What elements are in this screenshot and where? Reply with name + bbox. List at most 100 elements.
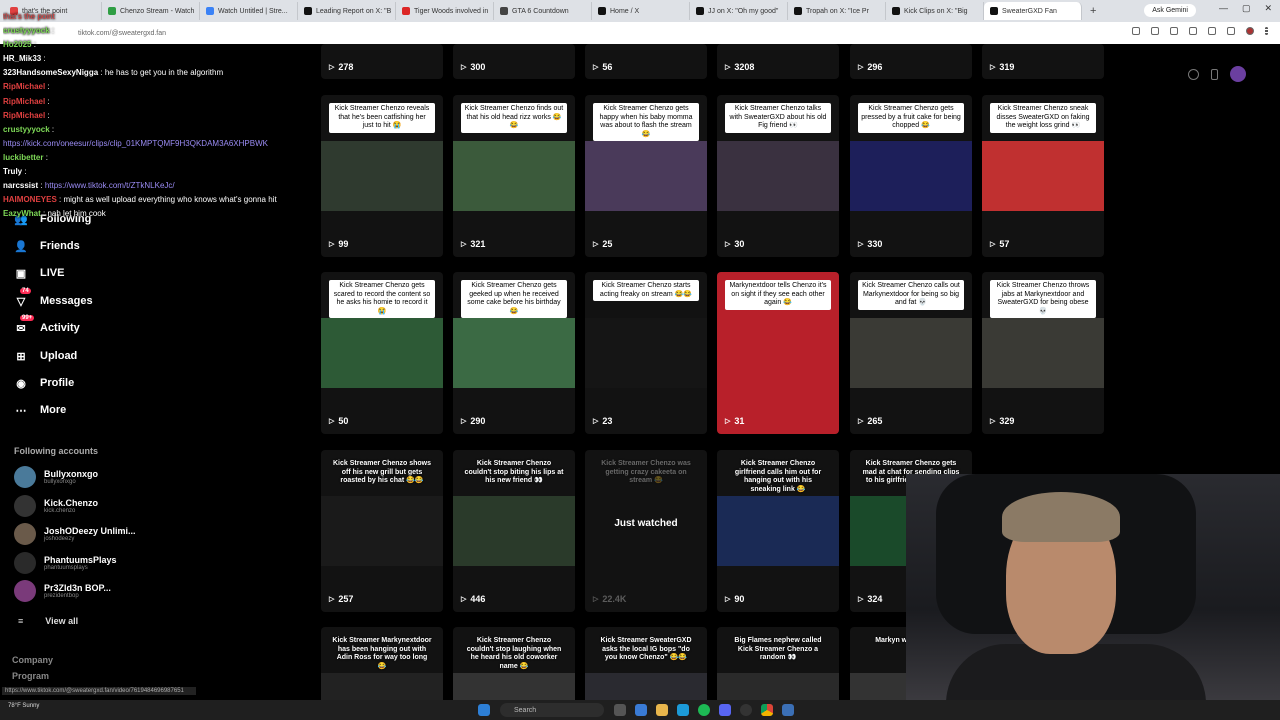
view-count: ▷ 30 bbox=[725, 239, 744, 249]
browser-tab[interactable]: Kick Clips on X: "Big bbox=[886, 2, 984, 20]
chat-username: Ho2025 bbox=[3, 40, 32, 50]
video-caption: Kick Streamer Chenzo was getting crazy c… bbox=[601, 460, 691, 484]
sidebar-item-activity[interactable]: ✉ 99+ Activity bbox=[14, 315, 80, 335]
following-account[interactable]: Kick.Chenzo kick.chenzo bbox=[14, 494, 98, 517]
close-icon[interactable]: ✕ bbox=[1264, 3, 1272, 14]
tab-label: Leading Report on X: "B bbox=[316, 7, 392, 15]
minimize-icon[interactable]: — bbox=[1219, 3, 1228, 14]
task-view-icon[interactable] bbox=[614, 704, 626, 716]
video-caption: Kick Streamer Chenzo gets geeked up when… bbox=[461, 280, 567, 318]
video-card[interactable]: ▷ 3208 bbox=[717, 44, 839, 79]
user-avatar[interactable] bbox=[1230, 66, 1246, 82]
account-handle: prezidentbop bbox=[44, 593, 79, 599]
view-all-button[interactable]: ≡ View all bbox=[18, 616, 78, 626]
chrome-icon[interactable] bbox=[761, 704, 773, 716]
download-icon[interactable] bbox=[1227, 27, 1235, 35]
video-card[interactable]: Kick Streamer Chenzo gets pressed by a f… bbox=[850, 95, 972, 257]
browser-tab[interactable]: Tiger Woods involved in bbox=[396, 2, 494, 20]
folder-icon[interactable] bbox=[656, 704, 668, 716]
obs-icon[interactable] bbox=[740, 704, 752, 716]
following-accounts-title: Following accounts bbox=[14, 446, 99, 456]
video-card[interactable]: ▷ 300 bbox=[453, 44, 575, 79]
discord-icon[interactable] bbox=[719, 704, 731, 716]
video-card[interactable]: Markynextdoor tells Chenzo it's on sight… bbox=[717, 272, 839, 434]
video-card[interactable]: Kick Streamer Chenzo reveals that he's b… bbox=[321, 95, 443, 257]
friends-icon: 👤 bbox=[14, 240, 28, 253]
edge-icon[interactable] bbox=[677, 704, 689, 716]
video-card[interactable]: Kick Streamer Chenzo gets happy when his… bbox=[585, 95, 707, 257]
video-thumbnail bbox=[321, 496, 443, 566]
chat-username: RipMichael bbox=[3, 82, 46, 92]
windows-start-icon[interactable] bbox=[478, 704, 490, 716]
bookmark-star-icon[interactable] bbox=[1170, 27, 1178, 35]
sidebar-item-live[interactable]: ▣ LIVE bbox=[14, 266, 65, 280]
footer-link[interactable]: Company bbox=[12, 655, 53, 665]
weather-widget[interactable]: 78°F Sunny bbox=[8, 703, 39, 710]
browser-tab[interactable]: Leading Report on X: "B bbox=[298, 2, 396, 20]
sidebar-item-messages[interactable]: ▽ 74 Messages bbox=[14, 288, 93, 308]
tab-label: GTA 6 Countdown bbox=[512, 7, 569, 15]
view-count: ▷ 324 bbox=[858, 594, 882, 604]
video-card[interactable]: Kick Streamer Chenzo finds out that his … bbox=[453, 95, 575, 257]
sidebar-item-upload[interactable]: ⊞ Upload bbox=[14, 349, 77, 363]
browser-tab[interactable]: GTA 6 Countdown bbox=[494, 2, 592, 20]
video-card[interactable]: ▷ 319 bbox=[982, 44, 1104, 79]
video-card[interactable]: Kick Streamer Chenzo calls out Markynext… bbox=[850, 272, 972, 434]
video-card[interactable]: ▷ 278 bbox=[321, 44, 443, 79]
maximize-icon[interactable]: ▢ bbox=[1242, 3, 1251, 14]
video-card[interactable]: Kick Streamer Chenzo was getting crazy c… bbox=[585, 450, 707, 612]
video-card[interactable]: Kick Streamer Chenzo talks with SweaterG… bbox=[717, 95, 839, 257]
sidebar-item-label: Friends bbox=[40, 240, 80, 252]
chat-username: 323HandsomeSexyNigga bbox=[3, 68, 99, 78]
browser-tab[interactable]: JJ on X: "Oh my good" bbox=[690, 2, 788, 20]
browser-tab[interactable]: Tropah on X: "Ice Pr bbox=[788, 2, 886, 20]
photos-icon[interactable] bbox=[635, 704, 647, 716]
following-account[interactable]: Pr3Zld3n BOP... prezidentbop bbox=[14, 580, 111, 602]
chat-colon: : bbox=[38, 181, 45, 191]
chat-colon: : bbox=[49, 124, 55, 134]
footer-link[interactable]: Program bbox=[12, 671, 49, 681]
browser-tab[interactable]: Home / X bbox=[592, 2, 690, 20]
account-name: JoshODeezy Unlimi... bbox=[44, 526, 136, 536]
sidebar-item-label: LIVE bbox=[40, 267, 65, 279]
video-thumbnail bbox=[850, 141, 972, 211]
browser-tab[interactable]: SweaterGXD Fan bbox=[984, 2, 1082, 20]
menu-dots-icon[interactable] bbox=[1265, 27, 1268, 35]
taskbar-search[interactable]: Search bbox=[500, 703, 604, 717]
coins-icon[interactable] bbox=[1188, 68, 1199, 80]
video-card[interactable]: Kick Streamer Chenzo starts acting freak… bbox=[585, 272, 707, 434]
following-account[interactable]: Bullyxonxgo bullyxonxgo bbox=[14, 466, 98, 488]
profile-avatar-icon[interactable] bbox=[1246, 27, 1254, 35]
new-tab-button[interactable]: + bbox=[1082, 5, 1104, 17]
sidebar-item-more[interactable]: ⋯ More bbox=[14, 403, 67, 417]
video-card[interactable]: Kick Streamer Chenzo shows off his new g… bbox=[321, 450, 443, 612]
zoom-icon[interactable] bbox=[1151, 27, 1159, 35]
chat-username: RipMichael bbox=[3, 96, 46, 106]
video-card[interactable]: ▷ 296 bbox=[850, 44, 972, 79]
following-account[interactable]: JoshODeezy Unlimi... joshodeezy bbox=[14, 523, 136, 545]
sidebar-item-profile[interactable]: ◉ Profile bbox=[14, 376, 74, 390]
following-account[interactable]: PhantuumsPlays phantuumsplays bbox=[14, 551, 117, 574]
chat-colon: : bbox=[31, 40, 36, 50]
window-controls: — ▢ ✕ bbox=[1219, 3, 1272, 14]
tab-label: Tropah on X: "Ice Pr bbox=[806, 7, 869, 15]
sidebar-item-friends[interactable]: 👤 Friends bbox=[14, 239, 80, 253]
video-card[interactable]: Kick Streamer Chenzo girlfriend calls hi… bbox=[717, 450, 839, 612]
app-icon[interactable] bbox=[782, 704, 794, 716]
spotify-icon[interactable] bbox=[698, 704, 710, 716]
puzzle-icon[interactable] bbox=[1189, 27, 1197, 35]
ask-gemini-button[interactable]: Ask Gemini bbox=[1144, 4, 1196, 17]
view-count-value: 296 bbox=[867, 62, 883, 72]
sidebar-icon[interactable] bbox=[1208, 27, 1216, 35]
extensions-icon[interactable] bbox=[1132, 27, 1140, 35]
video-card[interactable]: ▷ 56 bbox=[585, 44, 707, 79]
video-card[interactable]: Kick Streamer Chenzo couldn't stop bitin… bbox=[453, 450, 575, 612]
play-icon: ▷ bbox=[990, 241, 996, 248]
video-card[interactable]: Kick Streamer Chenzo gets geeked up when… bbox=[453, 272, 575, 434]
video-card[interactable]: Kick Streamer Chenzo throws jabs at Mark… bbox=[982, 272, 1104, 434]
device-icon[interactable] bbox=[1211, 68, 1218, 80]
view-count-value: 329 bbox=[999, 416, 1015, 426]
video-card[interactable]: Kick Streamer Chenzo sneak disses Sweate… bbox=[982, 95, 1104, 257]
video-card[interactable]: Kick Streamer Chenzo gets scared to reco… bbox=[321, 272, 443, 434]
video-caption: Kick Streamer Chenzo calls out Markynext… bbox=[858, 280, 964, 310]
